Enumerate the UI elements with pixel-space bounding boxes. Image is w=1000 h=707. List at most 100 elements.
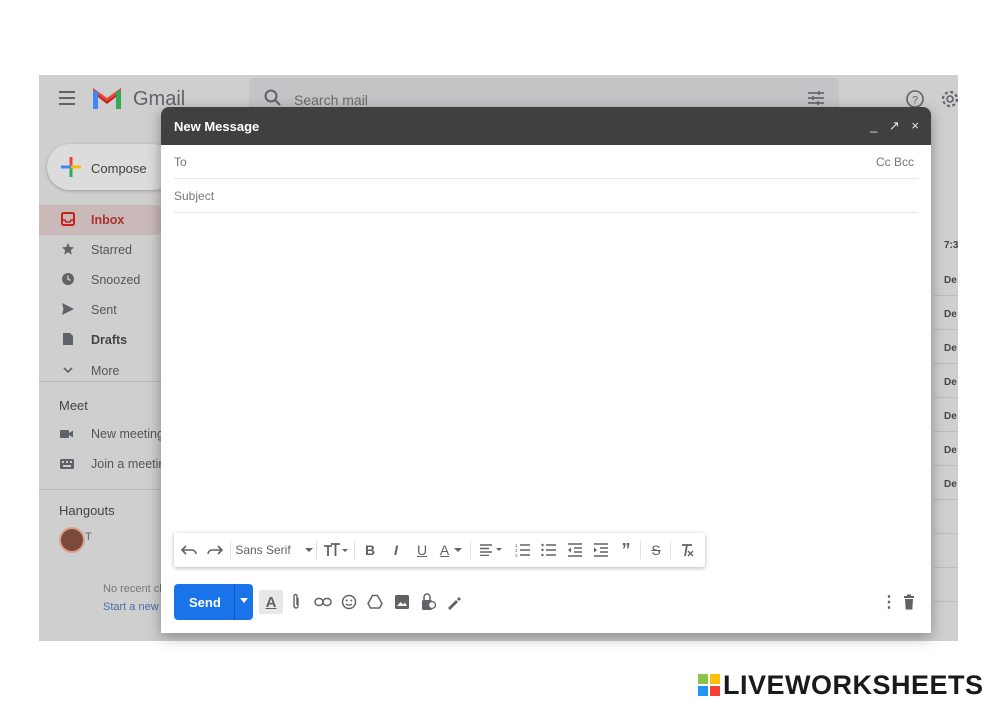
close-icon[interactable]: × <box>911 118 919 133</box>
compose-title: New Message <box>174 119 260 134</box>
indent-less-icon[interactable] <box>564 533 586 567</box>
nav-sent-label: Sent <box>91 303 117 317</box>
nav-snoozed[interactable]: Snoozed <box>39 265 169 295</box>
subject-field[interactable]: Subject <box>174 179 918 213</box>
nav-starred[interactable]: Starred <box>39 235 169 265</box>
font-size-icon[interactable] <box>320 533 352 567</box>
bulleted-list-icon[interactable] <box>538 533 560 567</box>
cc-bcc-link[interactable]: Cc Bcc <box>876 155 914 169</box>
nav-drafts[interactable]: Drafts <box>39 325 169 355</box>
more-options-icon[interactable]: ⋮ <box>881 590 897 614</box>
list-item-time: 7:3 <box>944 240 958 251</box>
google-drive-icon[interactable] <box>367 590 383 614</box>
video-camera-icon <box>60 430 73 438</box>
sidebar-divider <box>39 381 179 382</box>
bold-icon[interactable]: B <box>360 533 380 567</box>
indent-more-icon[interactable] <box>590 533 612 567</box>
list-divider <box>934 329 958 330</box>
list-divider <box>934 533 958 534</box>
subject-label: Subject <box>174 189 215 203</box>
settings-gear-icon[interactable] <box>940 89 958 109</box>
toolbar-separator <box>640 541 641 559</box>
message-body[interactable] <box>174 217 918 527</box>
list-divider <box>934 499 958 500</box>
list-divider <box>934 465 958 466</box>
redo-icon[interactable] <box>204 533 226 567</box>
compose-button[interactable]: Compose <box>47 144 175 190</box>
insert-link-icon[interactable] <box>314 590 332 614</box>
attach-file-icon[interactable] <box>291 590 301 614</box>
clock-icon <box>62 273 74 285</box>
compose-label: Compose <box>91 161 147 176</box>
sidebar-divider <box>39 489 179 490</box>
underline-icon[interactable]: U <box>412 533 432 567</box>
send-split-divider <box>234 584 235 620</box>
list-divider <box>934 567 958 568</box>
formatting-options-icon[interactable]: A <box>259 590 283 614</box>
insert-emoji-icon[interactable] <box>341 590 357 614</box>
confidential-mode-icon[interactable] <box>420 590 436 614</box>
keyboard-icon <box>60 459 74 469</box>
list-divider <box>934 431 958 432</box>
list-divider <box>934 397 958 398</box>
send-options-caret-icon[interactable] <box>240 598 248 603</box>
meet-header: Meet <box>59 398 88 413</box>
formatting-toolbar: Sans Serif B I U A 123 ” S <box>174 533 705 567</box>
liveworksheets-logo: LIVEWORKSHEETS <box>698 670 984 700</box>
help-icon[interactable]: ? <box>905 89 925 109</box>
list-divider <box>934 601 958 602</box>
hangouts-header: Hangouts <box>59 503 115 518</box>
list-item-date: De <box>944 479 957 490</box>
liveworksheets-logo-icon <box>698 674 720 696</box>
send-arrow-icon <box>62 303 74 315</box>
meet-new-meeting-label: New meeting <box>91 427 164 441</box>
toolbar-separator <box>354 541 355 559</box>
list-item-date: De <box>944 445 957 456</box>
list-item-date: De <box>944 411 957 422</box>
nav-inbox[interactable]: Inbox <box>39 205 169 235</box>
chevron-down-icon <box>63 367 73 374</box>
insert-photo-icon[interactable] <box>394 590 410 614</box>
nav-more-label: More <box>91 364 120 378</box>
discard-draft-trash-icon[interactable] <box>903 590 915 614</box>
list-item-date: De <box>944 343 957 354</box>
main-menu-icon[interactable] <box>59 91 75 109</box>
watermark-text: LIVEWORKSHEETS <box>723 670 984 700</box>
nav-snoozed-label: Snoozed <box>91 273 141 287</box>
search-icon[interactable] <box>263 88 283 108</box>
hangouts-user-name[interactable]: T <box>85 531 92 543</box>
nav-sent[interactable]: Sent <box>39 295 169 325</box>
numbered-list-icon[interactable]: 123 <box>512 533 534 567</box>
draft-file-icon <box>63 333 73 345</box>
compose-window: New Message _ ↗ × To Cc Bcc Subject Sans… <box>161 107 931 633</box>
expand-icon[interactable]: ↗ <box>889 118 900 133</box>
caret-down-icon <box>304 548 313 552</box>
nav-starred-label: Starred <box>91 243 132 257</box>
italic-icon[interactable]: I <box>386 533 406 567</box>
send-button[interactable]: Send <box>174 584 253 620</box>
compose-header[interactable]: New Message _ ↗ × <box>161 107 931 145</box>
list-item-date: De <box>944 377 957 388</box>
svg-text:3: 3 <box>515 553 518 557</box>
search-options-icon[interactable] <box>807 90 825 106</box>
insert-signature-icon[interactable] <box>446 590 462 614</box>
toolbar-separator <box>470 541 471 559</box>
star-icon <box>62 243 74 255</box>
search-placeholder: Search mail <box>294 92 368 108</box>
font-select[interactable]: Sans Serif <box>234 533 314 567</box>
to-field[interactable]: To Cc Bcc <box>174 145 918 179</box>
text-color-icon[interactable]: A <box>436 533 466 567</box>
remove-formatting-icon[interactable] <box>676 533 698 567</box>
align-icon[interactable] <box>476 533 508 567</box>
minimize-icon[interactable]: _ <box>870 118 877 133</box>
undo-icon[interactable] <box>178 533 200 567</box>
user-avatar[interactable] <box>59 527 85 553</box>
strikethrough-icon[interactable]: S <box>646 533 666 567</box>
list-divider <box>934 363 958 364</box>
toolbar-separator <box>670 541 671 559</box>
list-item-date: De <box>944 275 957 286</box>
compose-window-controls: _ ↗ × <box>862 118 919 134</box>
to-label: To <box>174 155 187 169</box>
quote-icon[interactable]: ” <box>616 533 636 567</box>
nav-inbox-label: Inbox <box>91 213 125 227</box>
